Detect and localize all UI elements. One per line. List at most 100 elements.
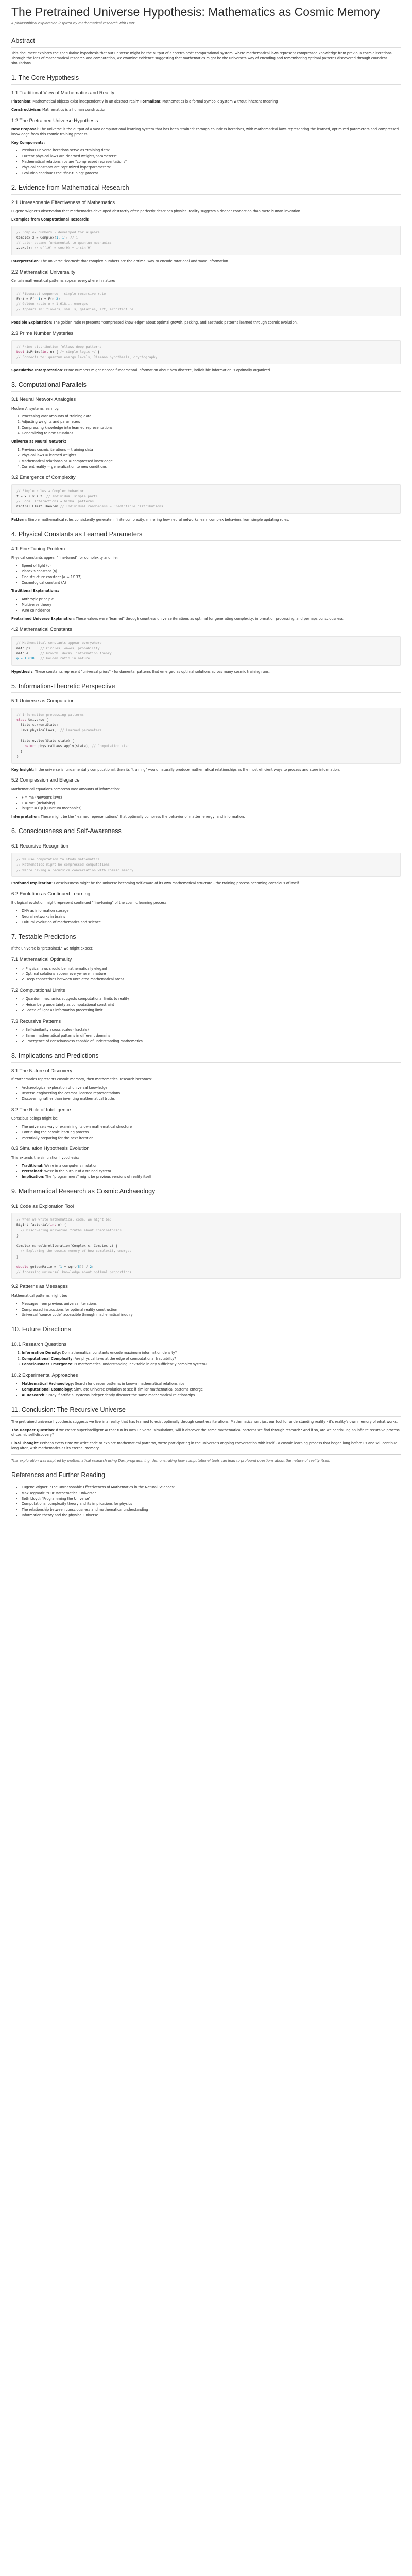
list-item: ✓ Emergence of consciousness capable of … [22,1039,401,1044]
code-token: } [95,350,100,354]
list-item: Cultural evolution of mathematics and sc… [22,920,401,925]
list-item: The relationship between consciousness a… [22,1507,401,1513]
list-item: F = ma (Newton's laws) [22,795,401,801]
paragraph: Key Components: [11,141,401,146]
subsection-heading: 7.3 Recursive Patterns [11,1019,61,1025]
code-token: // Discovering universal truths about co… [20,1228,122,1232]
subsection-heading: 5.1 Universe as Computation [11,698,75,704]
paragraph: Biological evolution might represent con… [11,901,168,905]
list-item: Traditional: We're in a computer simulat… [22,1164,401,1169]
list-item: Mathematical Archaeology: Search for dee… [22,1382,401,1387]
bold-text: Interpretation [11,259,39,263]
code-line: φ = 1.618 // Golden ratio in nature [16,656,396,661]
list-item: Evolution continues the "fine-tuning" pr… [22,171,401,176]
bold-text: Computational Cosmology [22,1387,72,1392]
bullet-list: Archaeological exploration of universal … [11,1086,401,1102]
list-item: Physical constants are "optimized hyperp… [22,165,401,171]
code-token: // Exploring the cosmic memory of how co… [20,1249,132,1253]
subsection-heading: 7.2 Computational Limits [11,988,65,994]
code-token: // Circles, waves, probability [40,646,100,650]
list-item: Pretrained: We're in the output of a tra… [22,1169,401,1174]
list-item: Neural networks in brains [22,914,401,920]
subsection-heading: 9.2 Patterns as Messages [11,1284,68,1290]
paragraph: Physical constants appear "fine-tuned" f… [11,555,118,560]
code-token: // We're having a recursive conversation… [16,868,134,872]
code-token: class [16,717,27,722]
code-token: // Golden ratio in nature [40,656,90,661]
document-subtitle: A philosophical exploration inspired by … [11,21,135,26]
list-item: AI Research: Study if artificial systems… [22,1393,401,1398]
code-token: // We use computation to study mathemati… [16,857,100,862]
paragraph: If mathematics represents cosmic memory,… [11,1077,152,1082]
code-block: // We use computation to study mathemati… [11,853,401,877]
list-item: Fine structure constant (α ≈ 1/137) [22,575,401,580]
code-token: /* simple logic */ [60,350,96,354]
bold-text: Examples from Computational Research: [11,217,90,222]
paragraph: Examples from Computational Research: [11,217,401,223]
code-token: Complex mandelbrotIteration(Complex c, C… [16,1244,118,1248]
list-item: E = mc² (Relativity) [22,801,401,806]
paragraph: Eugene Wigner's observation that mathema… [11,209,302,213]
subsection-heading: 8.3 Simulation Hypothesis Evolution [11,1146,90,1152]
code-block: // Information processing patterns class … [11,707,401,764]
code-token: } [16,1254,19,1259]
code-token: f = x + y + z [16,494,46,498]
code-token: State currentState; [16,723,58,727]
bold-text: Constructivism [11,107,40,112]
code-token: )) / [80,1264,90,1269]
code-line: // Mathematics might be compressed compu… [16,862,396,867]
section-heading: 2. Evidence from Mathematical Research [11,183,401,195]
code-block: // Complex numbers - developed for algeb… [11,225,401,255]
list-item: Pure coincidence [22,608,401,614]
code-token: // Mathematical constants appear everywh… [16,640,102,645]
code-line: // Simple rules → Complex behavior [16,488,396,494]
code-line: State evolve(State state) { [16,738,396,743]
list-item: Mathematical relationships are "compress… [22,160,401,165]
code-token: } [16,754,19,759]
list-item: ✓ Heisenberg uncertainty as computationa… [22,1003,401,1008]
list-item: Mathematical relationships = compressed … [22,459,401,464]
code-token: z.exp(); [16,246,35,250]
code-token: // e^(iθ) = cos(θ) + i·sin(θ) [34,246,92,250]
list-item: Computational Cosmology: Simulate univer… [22,1387,401,1393]
code-token: // Local interactions → Global patterns [16,499,94,504]
bold-text: Interpretation [11,815,39,819]
code-block: // Mathematical constants appear everywh… [11,636,401,666]
list-item: Compressing knowledge into learned repre… [22,426,401,431]
paragraph: Final Thought: Perhaps every time we wri… [11,1441,398,1451]
list-item: Processing vast amounts of training data [22,414,401,419]
paragraph: This extends the simulation hypothesis: [11,1155,79,1160]
code-token: // Simple rules → Complex behavior [16,488,84,493]
code-line: // Appears in: flowers, shells, galaxies… [16,307,396,312]
code-line: // When we write mathematical code, we m… [16,1217,396,1222]
bullet-list: Messages from previous universal iterati… [11,1302,401,1318]
bold-text: AI Research [22,1393,45,1397]
code-line: } [16,754,396,759]
bullet-list: Anthropic principleMultiverse theoryPure… [11,597,401,614]
code-token: // Complex numbers - developed for algeb… [16,230,100,234]
subsection-heading: 1.2 The Pretrained Universe Hypothesis [11,117,98,124]
subsection-heading: 4.1 Fine-Tuning Problem [11,546,65,552]
code-line: // Prime distribution follows deep patte… [16,344,396,349]
bold-text: Formalism [140,99,160,104]
code-token: ) [58,296,60,301]
list-item: Information Density: Do mathematical con… [22,1351,401,1356]
code-line: // Later became fundamental to quantum m… [16,240,396,245]
code-token: // Fibonacci sequence - simple recursive… [16,291,106,296]
code-token: // Golden ratio φ = 1.618... emerges [16,302,88,307]
paragraph: Pretrained Universe Explanation: These v… [11,616,345,621]
code-token: return [24,743,37,748]
code-block: // When we write mathematical code, we m… [11,1213,401,1279]
code-token: goldenRatio = ( [28,1264,60,1269]
bold-text: Profound Implication [11,880,52,885]
list-item: Multiverse theory [22,603,401,608]
paragraph: This exploration was inspired by mathema… [11,1459,331,1463]
bold-text: Traditional [22,1163,42,1168]
section-heading: 7. Testable Predictions [11,932,401,944]
code-token: int [42,350,48,354]
code-token: // Connects to: quantum energy levels, R… [16,355,158,360]
bullet-list: ✓ Physical laws should be mathematically… [11,967,401,983]
paragraph: Certain mathematical patterns appear eve… [11,278,115,283]
code-token: bool [16,350,25,354]
